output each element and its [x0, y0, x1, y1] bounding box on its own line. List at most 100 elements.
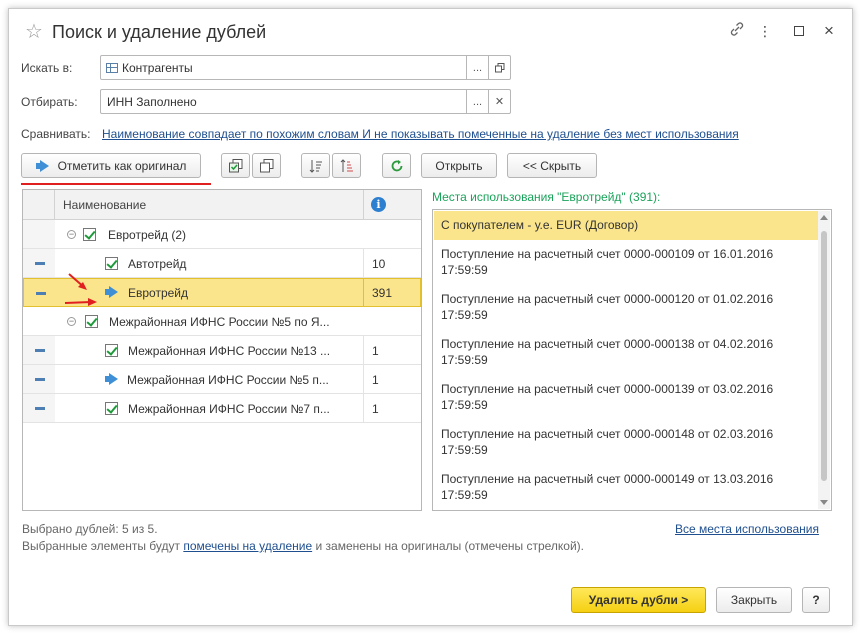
- stack-check-icon: [228, 158, 242, 172]
- sort-asc-icon: [309, 159, 322, 173]
- window-title: Поиск и удаление дублей: [52, 22, 267, 42]
- sort-desc-button[interactable]: [332, 153, 361, 178]
- open-icon[interactable]: [488, 56, 510, 79]
- usage-list[interactable]: С покупателем - у.е. EUR (Договор) Посту…: [432, 209, 832, 511]
- collapse-icon[interactable]: −: [67, 230, 76, 239]
- close-button[interactable]: Закрыть: [716, 587, 792, 613]
- tree-group-row[interactable]: − Евротрейд (2): [23, 220, 421, 249]
- group-checkbox[interactable]: [83, 228, 96, 241]
- more-menu-icon[interactable]: ⋮: [755, 21, 775, 41]
- search-in-field[interactable]: Контрагенты ...: [100, 55, 511, 80]
- all-usages-link[interactable]: Все места использования: [675, 522, 819, 536]
- usage-item[interactable]: Поступление на расчетный счет 0000-00010…: [434, 246, 819, 278]
- column-header-name[interactable]: Наименование: [63, 198, 146, 212]
- item-count: 1: [372, 344, 379, 358]
- group-unselect-button[interactable]: [252, 153, 281, 178]
- sort-asc-button[interactable]: [301, 153, 330, 178]
- usage-item[interactable]: Поступление на расчетный счет 0000-00014…: [434, 426, 819, 458]
- duplicate-mark-icon: [36, 292, 46, 295]
- item-checkbox[interactable]: [105, 402, 118, 415]
- tree-header-mark-col: [23, 190, 55, 220]
- footer-note-after: и заменены на оригиналы (отмечены стрелк…: [312, 539, 585, 553]
- item-name: Евротрейд: [128, 286, 189, 300]
- clear-icon[interactable]: ✕: [488, 90, 510, 113]
- help-button[interactable]: ?: [802, 587, 830, 613]
- duplicate-mark-icon: [35, 407, 45, 410]
- search-in-select-button[interactable]: ...: [466, 56, 488, 79]
- tree-header: Наименование i: [23, 190, 421, 220]
- cell-divider: [363, 336, 364, 364]
- item-name: Межрайонная ИФНС России №5 п...: [127, 373, 329, 387]
- filter-select-button[interactable]: ...: [466, 90, 488, 113]
- cell-divider: [363, 249, 364, 277]
- maximize-icon[interactable]: [789, 21, 809, 41]
- item-name: Межрайонная ИФНС России №7 п...: [128, 402, 330, 416]
- compare-label: Сравнивать:: [21, 127, 91, 141]
- usage-item[interactable]: Поступление на расчетный счет 0000-00014…: [434, 471, 819, 503]
- row-mark-cell: [23, 307, 55, 335]
- item-count: 1: [372, 402, 379, 416]
- header-divider: [363, 190, 364, 220]
- open-button[interactable]: Открыть: [421, 153, 497, 178]
- row-mark-cell: [23, 220, 55, 248]
- usage-item[interactable]: Поступление на расчетный счет 0000-00012…: [434, 291, 819, 323]
- cell-divider: [363, 279, 364, 306]
- scroll-thumb[interactable]: [821, 231, 827, 481]
- usage-item[interactable]: Поступление на расчетный счет 0000-00013…: [434, 336, 819, 368]
- tree-item-row[interactable]: Межрайонная ИФНС России №5 п... 1: [23, 365, 421, 394]
- scroll-up-icon[interactable]: [820, 215, 828, 220]
- item-checkbox[interactable]: [105, 344, 118, 357]
- usage-item-selected[interactable]: С покупателем - у.е. EUR (Договор): [434, 211, 819, 240]
- annotation-arrows: [64, 273, 97, 306]
- group-name: Межрайонная ИФНС России №5 по Я...: [109, 315, 330, 329]
- original-arrow-icon: [105, 373, 118, 385]
- compare-rules-link[interactable]: Наименование совпадает по похожим словам…: [102, 127, 739, 141]
- dialog-window: ☆ Поиск и удаление дублей ⋮ × Искать в: …: [8, 8, 853, 626]
- usage-scrollbar[interactable]: [818, 211, 830, 509]
- filter-field[interactable]: ИНН Заполнено ... ✕: [100, 89, 511, 114]
- group-select-button[interactable]: [221, 153, 250, 178]
- selected-count-text: Выбрано дублей: 5 из 5.: [22, 522, 158, 536]
- cell-divider: [363, 394, 364, 422]
- item-count: 1: [372, 373, 379, 387]
- mark-original-label: Отметить как оригинал: [57, 158, 187, 173]
- duplicate-mark-icon: [35, 349, 45, 352]
- refresh-button[interactable]: [382, 153, 411, 178]
- mark-deletion-link[interactable]: помечены на удаление: [183, 539, 312, 553]
- duplicate-mark-icon: [35, 262, 45, 265]
- mark-original-button[interactable]: Отметить как оригинал: [21, 153, 201, 178]
- arrow-right-icon: [35, 159, 49, 172]
- tree-item-row[interactable]: Межрайонная ИФНС России №13 ... 1: [23, 336, 421, 365]
- footer-note-before: Выбранные элементы будут: [22, 539, 184, 553]
- duplicates-tree[interactable]: Наименование i − Евротрейд (2) Автотрейд…: [22, 189, 422, 511]
- close-window-icon[interactable]: ×: [819, 21, 839, 41]
- item-count: 10: [372, 257, 386, 271]
- group-checkbox[interactable]: [85, 315, 98, 328]
- favorite-star-icon[interactable]: ☆: [25, 22, 43, 42]
- info-icon: i: [371, 197, 386, 212]
- search-in-value: Контрагенты: [122, 60, 193, 75]
- delete-duplicates-button[interactable]: Удалить дубли >: [571, 587, 706, 613]
- link-icon[interactable]: [727, 21, 747, 41]
- item-name: Автотрейд: [128, 257, 187, 271]
- original-marker: [105, 373, 118, 388]
- refresh-icon: [391, 159, 402, 171]
- group-name: Евротрейд (2): [108, 228, 187, 242]
- annotation-underline: [21, 183, 211, 185]
- sort-desc-icon: [340, 158, 353, 172]
- tree-item-row[interactable]: Межрайонная ИФНС России №7 п... 1: [23, 394, 421, 423]
- search-in-label: Искать в:: [21, 61, 73, 75]
- filter-value: ИНН Заполнено: [107, 94, 197, 109]
- item-name: Межрайонная ИФНС России №13 ...: [128, 344, 331, 358]
- usage-item[interactable]: Поступление на расчетный счет 0000-00013…: [434, 381, 819, 413]
- footer-note: Выбранные элементы будут помечены на уда…: [22, 539, 584, 553]
- collapse-icon[interactable]: −: [67, 317, 76, 326]
- stack-icon: [259, 158, 273, 172]
- tree-group-row[interactable]: − Межрайонная ИФНС России №5 по Я...: [23, 307, 421, 336]
- usage-title: Места использования "Евротрейд" (391):: [432, 190, 661, 204]
- filter-label: Отбирать:: [21, 95, 78, 109]
- table-icon: [106, 62, 118, 73]
- hide-button[interactable]: << Скрыть: [507, 153, 597, 178]
- scroll-down-icon[interactable]: [820, 500, 828, 505]
- cell-divider: [363, 365, 364, 393]
